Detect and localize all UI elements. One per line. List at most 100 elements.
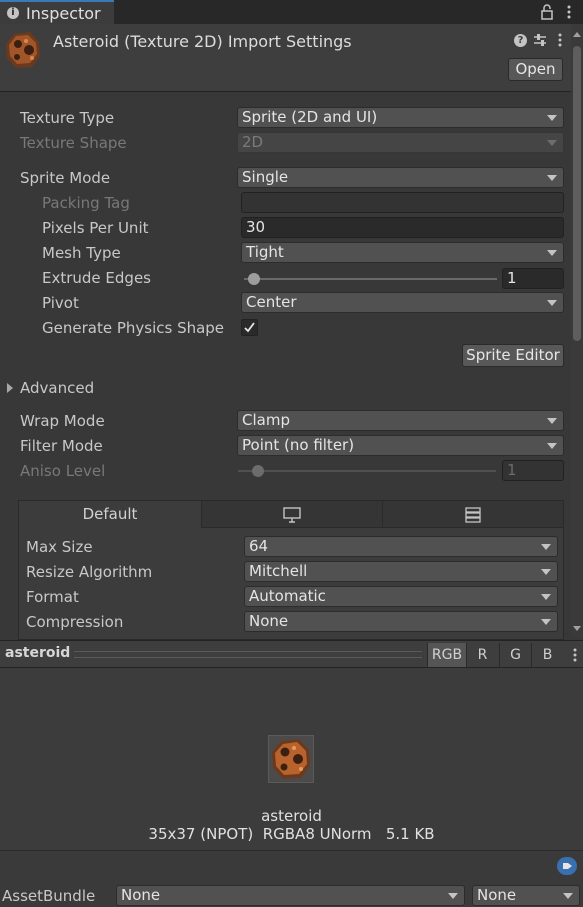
chevron-down-icon [547, 140, 557, 146]
assetbundle-footer: AssetBundle None None [0, 850, 583, 907]
extrude-edges-input[interactable]: 1 [502, 268, 564, 289]
packing-tag-input [241, 192, 564, 213]
preview-name: asteroid [5, 645, 71, 661]
tab-default[interactable]: Default [18, 500, 202, 528]
open-button[interactable]: Open [508, 58, 563, 81]
chevron-down-icon [547, 443, 557, 449]
physics-shape-checkbox[interactable] [241, 319, 258, 336]
aniso-level-label: Aniso Level [20, 462, 106, 480]
compression-dropdown[interactable]: None [244, 611, 558, 632]
assetbundle-label: AssetBundle [2, 887, 96, 905]
sprite-mode-dropdown[interactable]: Single [237, 167, 564, 188]
preview-drag-handle[interactable] [74, 651, 422, 658]
texture-shape-dropdown: 2D [237, 132, 564, 153]
context-menu-icon[interactable] [557, 32, 563, 48]
server-icon [465, 507, 481, 523]
preview-asset-info: 35x37 (NPOT) RGBA8 UNorm 5.1 KB [148, 825, 435, 843]
mesh-type-dropdown[interactable]: Tight [241, 242, 564, 263]
sprite-mode-label: Sprite Mode [20, 169, 111, 187]
texture-shape-value: 2D [242, 133, 264, 151]
chevron-down-icon [547, 250, 557, 256]
chevron-down-icon [541, 569, 551, 575]
inspector-header: Asteroid (Texture 2D) Import Settings ? … [0, 24, 583, 92]
asteroid-sprite-preview [268, 735, 314, 783]
texture-type-dropdown[interactable]: Sprite (2D and UI) [237, 107, 564, 128]
info-icon: i [7, 7, 19, 19]
assetbundle-value: None [121, 886, 161, 904]
texture-preview-area: asteroid 35x37 (NPOT) RGBA8 UNorm 5.1 KB [0, 668, 583, 850]
import-settings-title: Asteroid (Texture 2D) Import Settings [53, 32, 352, 51]
chevron-down-icon [541, 544, 551, 550]
format-value: Automatic [249, 587, 326, 605]
scroll-down-icon[interactable] [573, 626, 581, 631]
filter-mode-value: Point (no filter) [242, 436, 355, 454]
presets-icon[interactable] [533, 33, 547, 47]
pivot-dropdown[interactable]: Center [241, 292, 564, 313]
checkmark-icon [244, 322, 255, 333]
wrap-mode-dropdown[interactable]: Clamp [237, 410, 564, 431]
tab-menu-icon[interactable] [566, 4, 572, 20]
chevron-down-icon [547, 418, 557, 424]
aniso-level-slider-thumb [252, 465, 264, 477]
mesh-type-label: Mesh Type [42, 244, 121, 262]
inspector-tab-bar: i Inspector [0, 0, 583, 24]
aniso-level-slider-track [238, 470, 496, 472]
tab-server[interactable] [382, 500, 564, 528]
preview-asset-name: asteroid [261, 807, 322, 825]
tab-default-label: Default [82, 505, 138, 523]
inspector-tab[interactable]: i Inspector [0, 0, 114, 24]
max-size-dropdown[interactable]: 64 [244, 536, 558, 557]
physics-shape-label: Generate Physics Shape [42, 319, 225, 337]
help-icon[interactable]: ? [514, 34, 527, 47]
lock-icon[interactable] [540, 4, 554, 20]
texture-type-value: Sprite (2D and UI) [242, 108, 378, 126]
channel-g-button[interactable]: G [499, 643, 531, 667]
extrude-edges-slider-track[interactable] [244, 278, 497, 280]
chevron-down-icon [547, 115, 557, 121]
inspector-tab-label: Inspector [26, 4, 101, 23]
compression-value: None [249, 612, 289, 630]
chevron-down-icon [448, 893, 458, 899]
chevron-down-icon [541, 594, 551, 600]
filter-mode-label: Filter Mode [20, 437, 103, 455]
scroll-up-icon[interactable] [573, 32, 581, 37]
chevron-down-icon [563, 893, 573, 899]
resize-algorithm-dropdown[interactable]: Mitchell [244, 561, 558, 582]
format-dropdown[interactable]: Automatic [244, 586, 558, 607]
max-size-value: 64 [249, 537, 269, 555]
mesh-type-value: Tight [246, 243, 284, 261]
scrollbar-thumb[interactable] [573, 46, 581, 341]
sprite-mode-value: Single [242, 168, 289, 186]
advanced-foldout-icon[interactable] [7, 383, 13, 393]
filter-mode-dropdown[interactable]: Point (no filter) [237, 435, 564, 456]
assetbundle-variant-dropdown[interactable]: None [472, 885, 580, 906]
assetbundle-dropdown[interactable]: None [116, 885, 465, 906]
pixels-per-unit-input[interactable]: 30 [241, 217, 564, 238]
channel-r-button[interactable]: R [466, 643, 498, 667]
preview-menu-icon[interactable] [572, 647, 578, 663]
texture-shape-label: Texture Shape [20, 134, 127, 152]
advanced-foldout-label[interactable]: Advanced [20, 379, 94, 397]
extrude-edges-slider-thumb[interactable] [248, 273, 260, 285]
pivot-label: Pivot [42, 294, 79, 312]
asteroid-thumbnail-icon [4, 30, 42, 70]
channel-b-button[interactable]: B [531, 643, 563, 667]
inspector-scrollbar[interactable] [571, 24, 583, 638]
packing-tag-label: Packing Tag [42, 194, 130, 212]
tab-standalone[interactable] [201, 500, 383, 528]
monitor-icon [283, 507, 301, 523]
max-size-label: Max Size [26, 538, 93, 556]
compression-label: Compression [26, 613, 124, 631]
resize-algorithm-value: Mitchell [249, 562, 308, 580]
resize-algorithm-label: Resize Algorithm [26, 563, 153, 581]
texture-type-label: Texture Type [20, 109, 115, 127]
pivot-value: Center [246, 293, 297, 311]
extrude-edges-label: Extrude Edges [42, 269, 151, 287]
chevron-down-icon [547, 175, 557, 181]
channel-rgb-button[interactable]: RGB [427, 643, 466, 667]
sprite-editor-button[interactable]: Sprite Editor [462, 344, 564, 367]
aniso-level-input: 1 [502, 460, 564, 481]
wrap-mode-label: Wrap Mode [20, 412, 105, 430]
chevron-down-icon [547, 300, 557, 306]
label-tag-icon[interactable] [557, 857, 577, 875]
